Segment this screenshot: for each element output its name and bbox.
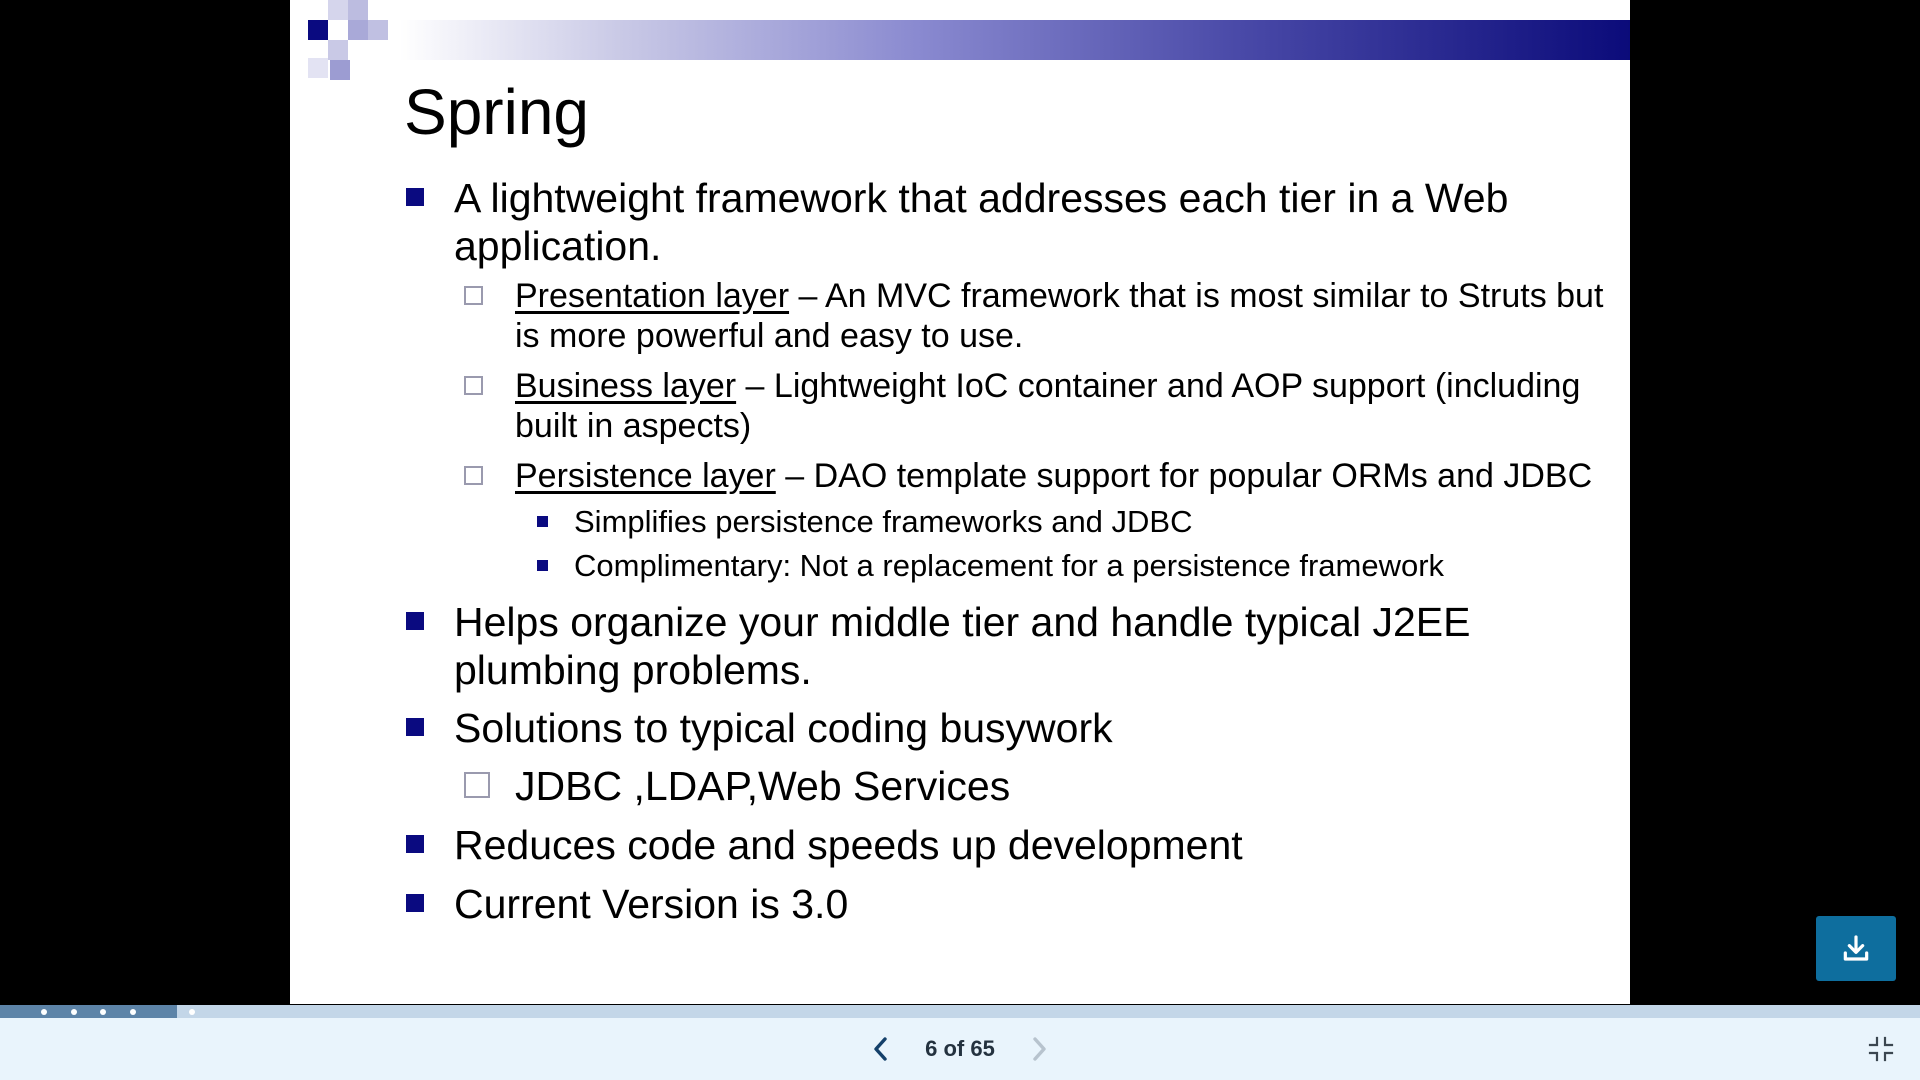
sub-bullet-persistence-layer: Persistence layer – DAO template support…	[404, 456, 1614, 496]
bullet-text: Current Version is 3.0	[454, 881, 849, 927]
square-bullet-icon	[406, 188, 424, 206]
progress-dot[interactable]	[100, 1009, 106, 1015]
bullet-text: Complimentary: Not a replacement for a p…	[574, 548, 1445, 583]
next-slide-button[interactable]	[1024, 1034, 1054, 1064]
download-button[interactable]	[1816, 916, 1896, 981]
download-icon	[1843, 934, 1869, 961]
bullet-lightweight-framework: A lightweight framework that addresses e…	[404, 174, 1614, 270]
bullet-term: Persistence layer	[515, 457, 776, 495]
bullet-text: A lightweight framework that addresses e…	[454, 175, 1509, 269]
square-bullet-icon	[406, 612, 424, 630]
title-gradient-bar	[400, 20, 1630, 60]
bullet-text: – DAO template support for popular ORMs …	[775, 457, 1593, 495]
slide-title: Spring	[404, 76, 589, 148]
progress-dot[interactable]	[130, 1009, 136, 1015]
hollow-square-bullet-icon	[464, 466, 483, 485]
bullet-current-version: Current Version is 3.0	[404, 880, 1614, 928]
progress-dot[interactable]	[189, 1009, 195, 1015]
chevron-right-icon	[1033, 1037, 1046, 1061]
bullet-text: Simplifies persistence frameworks and JD…	[574, 504, 1193, 539]
hollow-square-bullet-icon	[464, 376, 483, 395]
exit-fullscreen-icon	[1868, 1036, 1894, 1062]
bottom-navigation-bar: 6 of 65	[0, 1018, 1920, 1080]
corner-square-6	[308, 58, 328, 78]
bullet-solutions: Solutions to typical coding busywork	[404, 704, 1614, 752]
corner-square-7	[330, 60, 350, 80]
bullet-term: Business layer	[515, 367, 737, 405]
slide: Spring A lightweight framework that addr…	[290, 0, 1630, 1004]
square-bullet-icon	[406, 835, 424, 853]
bullet-text: Helps organize your middle tier and hand…	[454, 599, 1471, 693]
sub-bullet-jdbc-ldap: JDBC ,LDAP,Web Services	[404, 762, 1614, 810]
corner-square-3	[348, 0, 368, 20]
prev-slide-button[interactable]	[866, 1034, 896, 1064]
exit-fullscreen-button[interactable]	[1866, 1034, 1896, 1064]
slide-progress-bar[interactable]	[0, 1005, 1920, 1018]
sub-sub-bullet-complimentary: Complimentary: Not a replacement for a p…	[404, 544, 1614, 588]
bullet-text: Reduces code and speeds up development	[454, 822, 1243, 868]
bullet-text: Solutions to typical coding busywork	[454, 705, 1113, 751]
corner-square-8	[368, 20, 388, 40]
chevron-left-icon	[874, 1037, 887, 1061]
presentation-viewer: Spring A lightweight framework that addr…	[0, 0, 1920, 1080]
corner-square-5	[348, 20, 368, 40]
page-counter: 6 of 65	[925, 1036, 995, 1061]
corner-square-4	[328, 40, 348, 60]
corner-square-1	[308, 20, 328, 40]
hollow-square-bullet-icon	[464, 286, 483, 305]
bullet-term: Presentation layer	[515, 277, 790, 315]
bullet-reduces-code: Reduces code and speeds up development	[404, 821, 1614, 869]
progress-dot[interactable]	[41, 1009, 47, 1015]
square-bullet-icon	[406, 894, 424, 912]
hollow-square-bullet-icon	[464, 772, 490, 798]
sub-bullet-presentation-layer: Presentation layer – An MVC framework th…	[404, 276, 1614, 356]
bullet-text: JDBC ,LDAP,Web Services	[515, 763, 1011, 809]
sub-sub-bullet-simplifies: Simplifies persistence frameworks and JD…	[404, 500, 1614, 544]
sub-bullet-business-layer: Business layer – Lightweight IoC contain…	[404, 366, 1614, 446]
bullet-helps-organize: Helps organize your middle tier and hand…	[404, 598, 1614, 694]
corner-square-2	[328, 0, 348, 20]
slide-body: A lightweight framework that addresses e…	[404, 170, 1614, 928]
square-bullet-icon	[406, 718, 424, 736]
small-square-bullet-icon	[537, 516, 548, 527]
slide-progress-fill	[0, 1005, 177, 1018]
small-square-bullet-icon	[537, 560, 548, 571]
progress-dot[interactable]	[71, 1009, 77, 1015]
